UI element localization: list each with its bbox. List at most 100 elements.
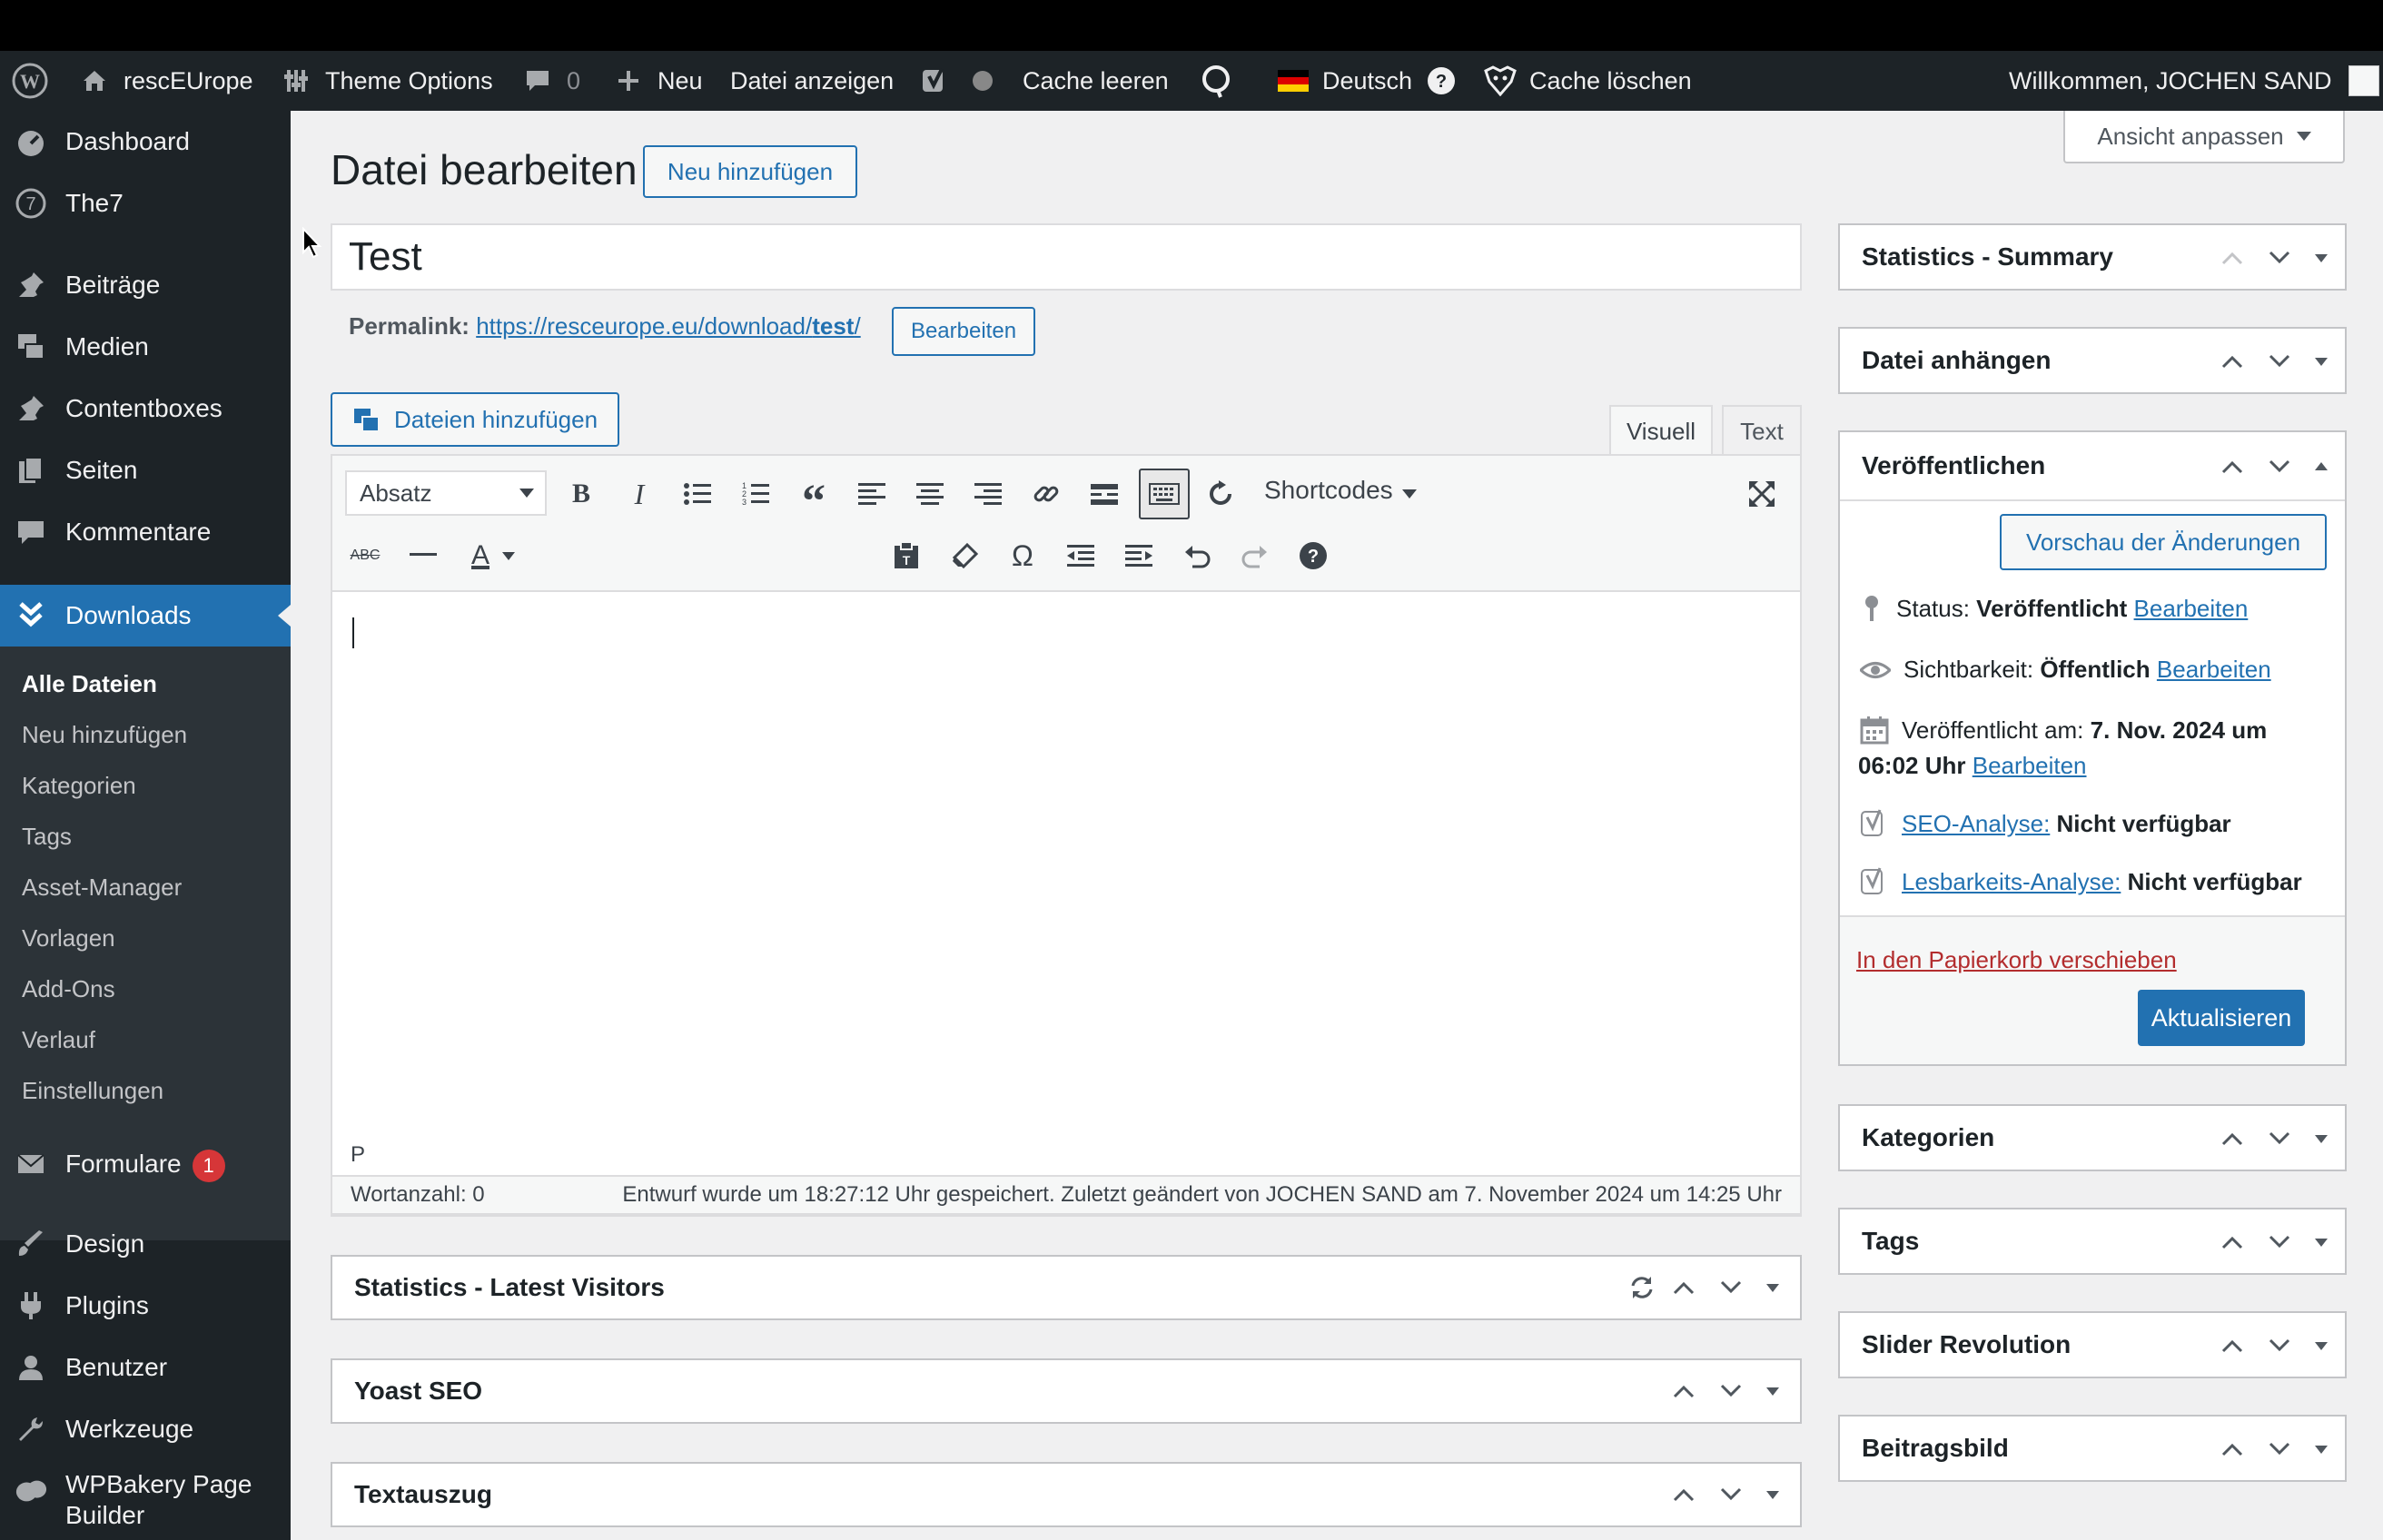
submenu-alle-dateien[interactable]: Alle Dateien [22, 670, 157, 698]
move-down-icon[interactable] [2256, 240, 2303, 276]
submenu-vorlagen[interactable]: Vorlagen [22, 924, 115, 953]
screen-options-button[interactable]: Ansicht anpassen [2063, 111, 2345, 163]
sidebar-item-dashboard[interactable]: Dashboard [0, 111, 291, 173]
horizontal-line-icon[interactable] [403, 536, 443, 576]
edit-date-link[interactable]: Bearbeiten [1973, 752, 2087, 779]
sidebar-item-beitraege[interactable]: Beiträge [0, 254, 291, 316]
site-name-link[interactable]: rescEUrope [76, 51, 253, 111]
link-icon[interactable] [1026, 474, 1066, 514]
submenu-einstellungen[interactable]: Einstellungen [22, 1077, 163, 1105]
submenu-verlauf[interactable]: Verlauf [22, 1026, 95, 1054]
language-switcher[interactable]: Deutsch ? [1275, 51, 1459, 111]
redo-icon[interactable] [1235, 536, 1275, 576]
toggle-panel-icon[interactable] [2303, 240, 2339, 276]
toggle-panel-icon[interactable] [2303, 343, 2339, 380]
post-title-input[interactable]: Test [331, 223, 1802, 291]
sidebar-item-werkzeuge[interactable]: Werkzeuge [0, 1398, 291, 1460]
comments-link[interactable]: 0 [519, 51, 580, 111]
strikethrough-icon[interactable]: ABC [345, 536, 385, 576]
submenu-tags[interactable]: Tags [22, 823, 72, 851]
fullscreen-icon[interactable] [1742, 474, 1782, 514]
cache-clear-link[interactable]: Cache leeren [1023, 51, 1169, 111]
bullet-list-icon[interactable] [677, 474, 717, 514]
move-down-icon[interactable] [2256, 1120, 2303, 1157]
permalink-link[interactable]: https://resceurope.eu/download/test/ [476, 312, 861, 340]
sidebar-item-plugins[interactable]: Plugins [0, 1275, 291, 1337]
move-down-icon[interactable] [1707, 1373, 1755, 1409]
move-up-icon[interactable] [2209, 449, 2256, 485]
cache-delete-link[interactable]: Cache löschen [1482, 51, 1692, 111]
permalink-edit-button[interactable]: Bearbeiten [892, 307, 1035, 356]
theme-options-link[interactable]: Theme Options [278, 51, 493, 111]
align-right-icon[interactable] [968, 474, 1008, 514]
toggle-panel-icon[interactable] [1755, 1476, 1791, 1513]
yoast-menu[interactable] [917, 51, 1001, 111]
add-new-button[interactable]: Neu hinzufügen [643, 145, 857, 198]
move-down-icon[interactable] [2256, 1431, 2303, 1467]
account-menu[interactable]: Willkommen, JOCHEN SAND [2009, 51, 2379, 111]
toggle-panel-icon[interactable] [1755, 1269, 1791, 1306]
paste-text-icon[interactable]: T [886, 536, 926, 576]
add-files-button[interactable]: Dateien hinzufügen [331, 392, 619, 447]
refresh-icon[interactable] [1624, 1269, 1660, 1306]
move-down-icon[interactable] [2256, 1328, 2303, 1364]
sidebar-item-formulare[interactable]: Formulare 1 [0, 1133, 291, 1195]
wordpress-logo-icon[interactable]: W [11, 51, 49, 111]
sidebar-item-seiten[interactable]: Seiten [0, 439, 291, 501]
help-icon[interactable]: ? [1423, 63, 1459, 99]
move-up-icon[interactable] [1660, 1476, 1707, 1513]
shortcodes-dropdown[interactable]: Shortcodes [1264, 476, 1417, 505]
align-center-icon[interactable] [910, 474, 950, 514]
toggle-panel-icon[interactable] [2303, 1120, 2339, 1157]
numbered-list-icon[interactable]: 123 [736, 474, 776, 514]
blockquote-icon[interactable]: “ [794, 474, 834, 526]
toolbar-toggle-icon[interactable] [1139, 469, 1190, 519]
search-console-link[interactable] [1199, 51, 1235, 111]
toggle-panel-icon[interactable] [2303, 1224, 2339, 1260]
outdent-icon[interactable] [1061, 536, 1101, 576]
move-up-icon[interactable] [2209, 240, 2256, 276]
update-button[interactable]: Aktualisieren [2138, 990, 2305, 1046]
tab-visual[interactable]: Visuell [1609, 405, 1713, 456]
sidebar-item-downloads[interactable]: Downloads [0, 585, 291, 647]
sidebar-item-benutzer[interactable]: Benutzer [0, 1337, 291, 1398]
bold-icon[interactable]: B [561, 474, 601, 514]
move-up-icon[interactable] [2209, 343, 2256, 380]
move-down-icon[interactable] [2256, 449, 2303, 485]
sidebar-item-wpbakery[interactable]: WPBakery Page Builder [0, 1460, 291, 1540]
submenu-add-ons[interactable]: Add-Ons [22, 975, 115, 1003]
editor-content-area[interactable] [332, 592, 1800, 1140]
toggle-panel-icon[interactable] [2303, 1431, 2339, 1467]
readability-link[interactable]: Lesbarkeits-Analyse: [1902, 868, 2121, 895]
refresh-icon[interactable] [1201, 474, 1241, 514]
tab-text[interactable]: Text [1722, 405, 1802, 456]
sidebar-item-kommentare[interactable]: Kommentare [0, 501, 291, 563]
move-down-icon[interactable] [2256, 343, 2303, 380]
move-to-trash-link[interactable]: In den Papierkorb verschieben [1856, 946, 2177, 974]
edit-visibility-link[interactable]: Bearbeiten [2157, 656, 2271, 683]
keyboard-help-icon[interactable]: ? [1293, 536, 1333, 576]
edit-status-link[interactable]: Bearbeiten [2134, 595, 2249, 622]
move-up-icon[interactable] [2209, 1224, 2256, 1260]
toggle-panel-icon[interactable] [1755, 1373, 1791, 1409]
sidebar-item-design[interactable]: Design [0, 1213, 291, 1275]
move-up-icon[interactable] [1660, 1269, 1707, 1306]
format-select[interactable]: Absatz [345, 470, 547, 516]
text-color-icon[interactable]: A [461, 536, 525, 576]
submenu-kategorien[interactable]: Kategorien [22, 772, 136, 800]
move-down-icon[interactable] [1707, 1269, 1755, 1306]
move-down-icon[interactable] [2256, 1224, 2303, 1260]
align-left-icon[interactable] [852, 474, 892, 514]
eraser-icon[interactable] [944, 536, 984, 576]
submenu-neu-hinzufuegen[interactable]: Neu hinzufügen [22, 721, 187, 749]
sidebar-item-contentboxes[interactable]: Contentboxes [0, 378, 291, 439]
toggle-panel-icon[interactable] [2303, 1328, 2339, 1364]
sidebar-item-medien[interactable]: Medien [0, 316, 291, 378]
move-up-icon[interactable] [2209, 1431, 2256, 1467]
seo-analysis-link[interactable]: SEO-Analyse: [1902, 810, 2050, 837]
view-file-link[interactable]: Datei anzeigen [730, 51, 894, 111]
collapse-panel-icon[interactable] [2303, 449, 2339, 485]
special-character-icon[interactable]: Ω [1003, 536, 1043, 576]
preview-changes-button[interactable]: Vorschau der Änderungen [2000, 514, 2327, 570]
submenu-asset-manager[interactable]: Asset-Manager [22, 874, 182, 902]
